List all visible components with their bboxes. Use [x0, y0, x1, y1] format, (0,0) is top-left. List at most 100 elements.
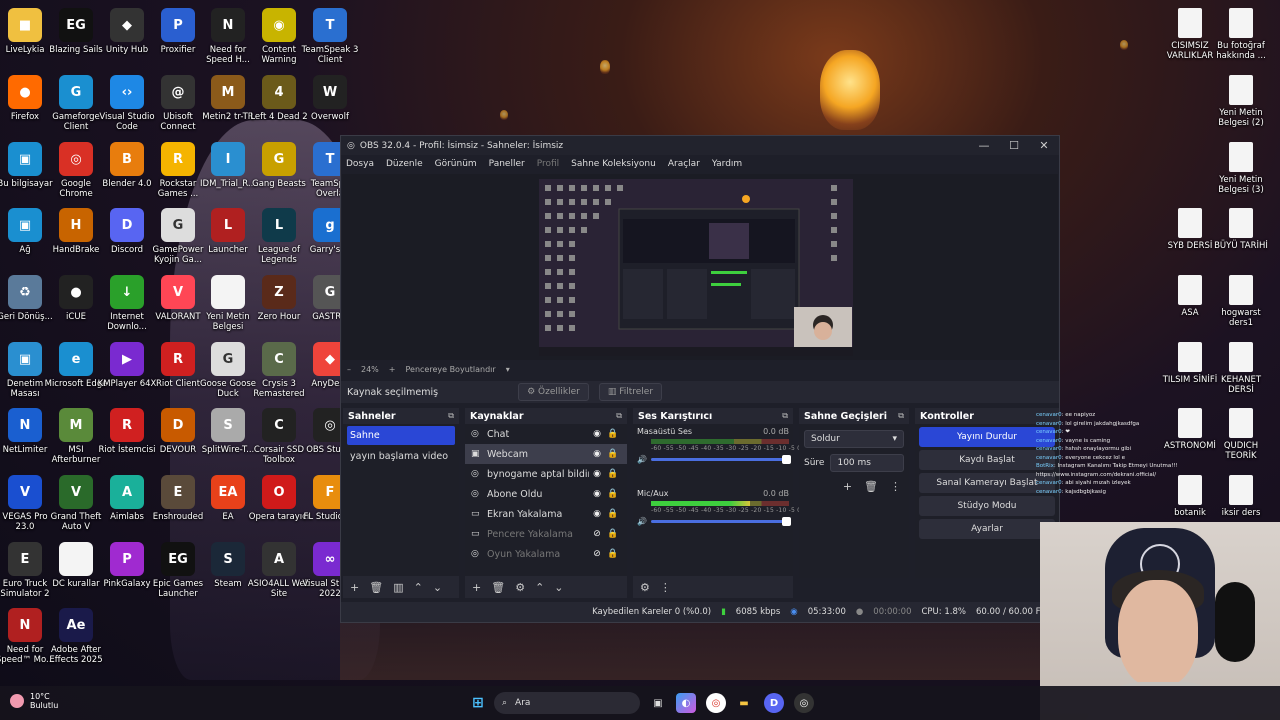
trash-icon[interactable]: 🗑: [369, 581, 383, 594]
transition-select[interactable]: Soldur ▾: [804, 430, 904, 448]
add-icon[interactable]: +: [472, 581, 481, 594]
desktop-document-icon[interactable]: BÜYÜ TARİHİ: [1209, 208, 1273, 251]
minimize-button[interactable]: —: [969, 136, 999, 155]
desktop-document-icon[interactable]: iksir ders: [1209, 475, 1273, 518]
source-item[interactable]: ▭ Pencere Yakalama ⊘ 🔒: [465, 524, 627, 544]
desktop-document-icon[interactable]: Bu fotoğraf hakkında ...: [1209, 8, 1273, 61]
properties-button[interactable]: ⚙ Özellikler: [518, 383, 589, 401]
more-options-icon[interactable]: ⋮: [660, 581, 671, 594]
program-preview[interactable]: [539, 179, 853, 356]
desktop-icon-label: Yeni Metin Belgesi (2): [1218, 108, 1264, 128]
source-item[interactable]: ▭ Ekran Yakalama ◉ 🔒: [465, 504, 627, 524]
menu-view[interactable]: Görünüm: [435, 159, 477, 169]
desktop-document-icon[interactable]: Yeni Metin Belgesi (2): [1209, 75, 1273, 128]
chevron-down-icon[interactable]: ⌄: [554, 581, 563, 594]
source-item[interactable]: ▣ Webcam ◉ 🔒: [465, 444, 627, 464]
desktop-document-icon[interactable]: Yeni Metin Belgesi (3): [1209, 142, 1273, 195]
gear-icon[interactable]: ⚙: [640, 581, 650, 594]
source-item[interactable]: ◎ Abone Oldu ◉ 🔒: [465, 484, 627, 504]
obs-taskbar-icon[interactable]: ◎: [794, 693, 814, 713]
more-options-icon[interactable]: ⋮: [890, 480, 901, 493]
close-button[interactable]: ✕: [1029, 136, 1059, 155]
source-item[interactable]: ◎ Chat ◉ 🔒: [465, 424, 627, 444]
undock-icon[interactable]: ⧉: [616, 411, 622, 421]
start-recording-button[interactable]: Kaydı Başlat: [919, 450, 1055, 470]
chevron-up-icon[interactable]: ⌃: [414, 581, 423, 594]
obs-titlebar[interactable]: ◎ OBS 32.0.4 - Profil: İsimsiz - Sahnele…: [341, 136, 1059, 155]
menu-help[interactable]: Yardım: [712, 159, 742, 169]
chevron-up-icon[interactable]: ⌃: [535, 581, 544, 594]
app-icon: C: [262, 342, 296, 376]
eye-icon[interactable]: ◉: [589, 469, 605, 479]
task-view-icon[interactable]: ▣: [648, 693, 668, 713]
add-transition-button[interactable]: +: [843, 480, 852, 493]
desktop-icon[interactable]: Ae Adobe After Effects 2025: [44, 608, 108, 665]
menu-file[interactable]: Dosya: [346, 159, 374, 169]
app-icon: T: [313, 8, 347, 42]
eye-icon[interactable]: ◉: [589, 509, 605, 519]
chevron-down-icon[interactable]: ⌄: [433, 581, 442, 594]
source-item[interactable]: ◎ bynogame aptal bildirtin◉🔒: [465, 464, 627, 484]
scene-item[interactable]: Sahne: [347, 426, 455, 445]
eye-icon[interactable]: ◉: [589, 449, 605, 459]
search-box[interactable]: ⌕ Ara: [494, 692, 640, 714]
weather-widget[interactable]: 10°C Bulutlu: [10, 692, 58, 710]
menu-profile[interactable]: Profil: [537, 159, 559, 169]
zoom-in-button[interactable]: +: [389, 365, 396, 374]
app-icon: O: [262, 475, 296, 509]
maximize-button[interactable]: ☐: [999, 136, 1029, 155]
duration-input[interactable]: 100 ms: [830, 454, 904, 472]
scene-item[interactable]: yayın başlama video: [347, 447, 455, 466]
file-explorer-icon[interactable]: ▬: [734, 693, 754, 713]
trash-icon[interactable]: 🗑: [864, 480, 878, 493]
volume-slider[interactable]: 🔊: [637, 453, 791, 465]
lock-icon[interactable]: 🔒: [605, 449, 621, 459]
undock-icon[interactable]: ⧉: [898, 411, 904, 421]
filter-icon[interactable]: ▥: [393, 581, 403, 594]
start-virtual-camera-button[interactable]: Sanal Kamerayı Başlat: [919, 473, 1055, 493]
speaker-icon[interactable]: 🔊: [637, 517, 651, 526]
copilot-icon[interactable]: ◐: [676, 693, 696, 713]
gear-icon[interactable]: ⚙: [515, 581, 525, 594]
lock-icon[interactable]: 🔒: [605, 429, 621, 439]
zoom-out-button[interactable]: –: [347, 365, 351, 374]
eye-hidden-icon[interactable]: ⊘: [589, 529, 605, 539]
zoom-mode[interactable]: Pencereye Boyutlandır: [405, 365, 495, 374]
eye-hidden-icon[interactable]: ⊘: [589, 549, 605, 559]
desktop-document-icon[interactable]: hogwarst ders1: [1209, 275, 1273, 328]
lock-icon[interactable]: 🔒: [605, 469, 621, 479]
lock-icon[interactable]: 🔒: [605, 489, 621, 499]
chrome-icon[interactable]: ◎: [706, 693, 726, 713]
desktop-icon[interactable]: T TeamSpeak 3 Client: [298, 8, 362, 65]
desktop-document-icon[interactable]: QUDICH TEORİK: [1209, 408, 1273, 461]
filters-button[interactable]: ▥ Filtreler: [598, 383, 663, 401]
settings-button[interactable]: Ayarlar: [919, 519, 1055, 539]
app-icon: ◎: [59, 142, 93, 176]
trash-icon[interactable]: 🗑: [491, 581, 505, 594]
app-icon: V: [8, 475, 42, 509]
lock-icon[interactable]: 🔒: [605, 549, 621, 559]
undock-icon[interactable]: ⧉: [782, 411, 788, 421]
menu-scene-collection[interactable]: Sahne Koleksiyonu: [571, 159, 656, 169]
speaker-icon[interactable]: 🔊: [637, 455, 651, 464]
desktop-icon[interactable]: W Overwolf: [298, 75, 362, 122]
undock-icon[interactable]: ⧉: [448, 411, 454, 421]
sources-dock: Kaynaklar ⧉ ◎ Chat ◉ 🔒 ▣ Webcam ◉ 🔒 ◎ bynogame apt…: [465, 408, 627, 578]
add-icon[interactable]: +: [350, 581, 359, 594]
eye-icon[interactable]: ◉: [589, 489, 605, 499]
weather-desc: Bulutlu: [30, 701, 59, 710]
studio-mode-button[interactable]: Stüdyo Modu: [919, 496, 1055, 516]
lock-icon[interactable]: 🔒: [605, 529, 621, 539]
chevron-down-icon[interactable]: ▾: [506, 365, 510, 374]
desktop-document-icon[interactable]: KEHANET DERSİ: [1209, 342, 1273, 395]
lock-icon[interactable]: 🔒: [605, 509, 621, 519]
menu-docks[interactable]: Paneller: [489, 159, 525, 169]
source-item[interactable]: ◎ Oyun Yakalama ⊘ 🔒: [465, 544, 627, 564]
menu-tools[interactable]: Araçlar: [668, 159, 700, 169]
discord-icon[interactable]: D: [764, 693, 784, 713]
start-button[interactable]: ⊞: [468, 693, 488, 713]
menu-edit[interactable]: Düzenle: [386, 159, 423, 169]
eye-icon[interactable]: ◉: [589, 429, 605, 439]
stop-streaming-button[interactable]: Yayını Durdur: [919, 427, 1055, 447]
volume-slider[interactable]: 🔊: [637, 515, 791, 527]
